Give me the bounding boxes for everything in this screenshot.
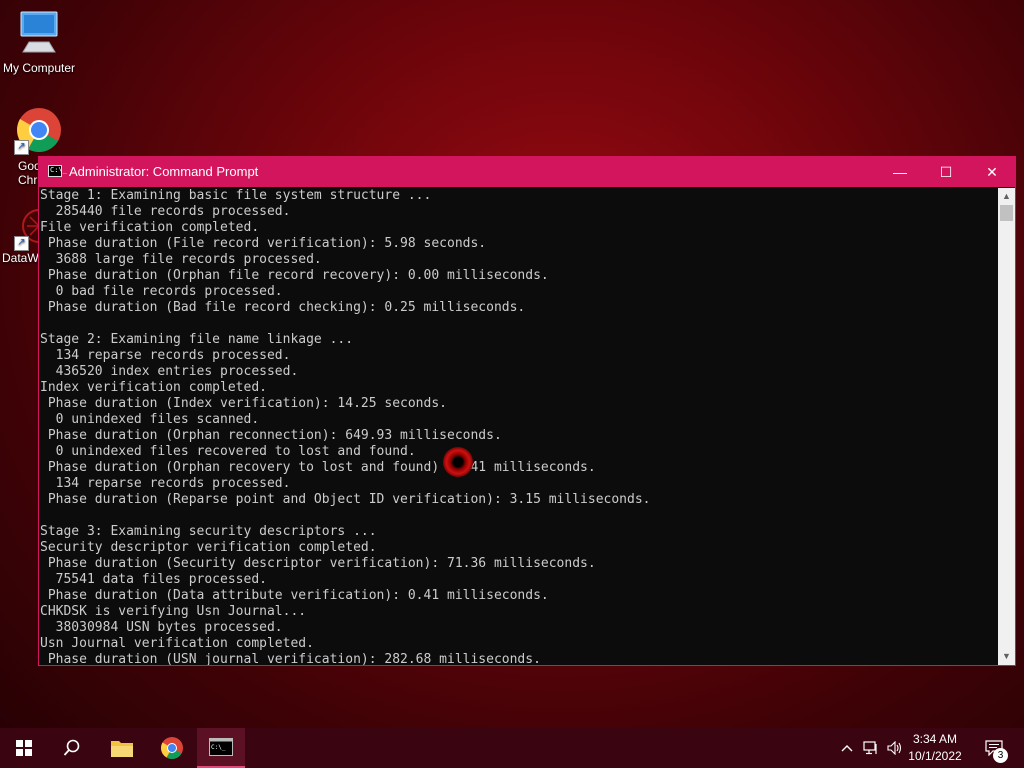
terminal-line: 134 reparse records processed. xyxy=(40,476,291,491)
clock-time: 3:34 AM xyxy=(912,732,958,746)
notification-count-badge: 3 xyxy=(993,748,1008,763)
terminal-line: 0 unindexed files scanned. xyxy=(40,412,260,427)
terminal-line: File verification completed. xyxy=(40,220,260,235)
command-prompt-taskbar-button[interactable]: C:\_ xyxy=(197,728,245,768)
terminal-line: 0 bad file records processed. xyxy=(40,284,283,299)
terminal-output[interactable]: Stage 1: Examining basic file system str… xyxy=(39,188,998,665)
terminal-line: Phase duration (File record verification… xyxy=(40,236,487,251)
window-title: Administrator: Command Prompt xyxy=(69,164,259,179)
busy-cursor-icon xyxy=(443,447,473,477)
folder-icon xyxy=(111,741,133,757)
network-button[interactable] xyxy=(860,728,882,768)
title-bar[interactable]: C:\_ Administrator: Command Prompt — ☐ ✕ xyxy=(39,157,1015,187)
start-button[interactable] xyxy=(0,728,48,768)
terminal-line: Phase duration (Reparse point and Object… xyxy=(40,492,651,507)
terminal-line: Phase duration (Orphan recovery to lost … xyxy=(40,460,596,475)
terminal-line: 285440 file records processed. xyxy=(40,204,291,219)
search-button[interactable] xyxy=(48,728,96,768)
computer-icon xyxy=(20,11,58,53)
cmd-app-icon: C:\_ xyxy=(48,165,67,177)
network-icon xyxy=(863,741,877,755)
terminal-line: Stage 2: Examining file name linkage ... xyxy=(40,332,354,347)
terminal-line: Stage 1: Examining basic file system str… xyxy=(40,188,432,203)
shortcut-arrow-icon: ↗ xyxy=(14,236,29,251)
terminal-line: Phase duration (USN journal verification… xyxy=(40,652,541,665)
terminal-line: Usn Journal verification completed. xyxy=(40,636,314,651)
terminal-line: 3688 large file records processed. xyxy=(40,252,322,267)
vertical-scrollbar[interactable]: ▲ ▼ xyxy=(998,188,1015,665)
svg-text:C:\_: C:\_ xyxy=(211,744,226,751)
terminal-line: Phase duration (Security descriptor veri… xyxy=(40,556,596,571)
terminal-line: 134 reparse records processed. xyxy=(40,348,291,363)
terminal-line: Stage 3: Examining security descriptors … xyxy=(40,524,377,539)
search-icon xyxy=(63,739,80,756)
file-explorer-button[interactable] xyxy=(98,728,146,768)
taskbar: C:\_ 3:34 AM 10/1/2022 3 xyxy=(0,728,1024,768)
maximize-button[interactable]: ☐ xyxy=(923,157,969,187)
chrome-taskbar-button[interactable] xyxy=(148,728,196,768)
terminal-line: 0 unindexed files recovered to lost and … xyxy=(40,444,416,459)
terminal-line: CHKDSK is verifying Usn Journal... xyxy=(40,604,307,619)
terminal-icon: C:\_ xyxy=(209,738,233,756)
terminal-line: Index verification completed. xyxy=(40,380,267,395)
terminal-line: 75541 data files processed. xyxy=(40,572,267,587)
close-button[interactable]: ✕ xyxy=(969,157,1015,187)
terminal-line: Phase duration (Orphan file record recov… xyxy=(40,268,549,283)
desktop-icon-label: My Computer xyxy=(2,61,76,75)
shortcut-arrow-icon: ↗ xyxy=(14,140,29,155)
clock[interactable]: 3:34 AM 10/1/2022 xyxy=(900,731,970,765)
chrome-icon xyxy=(161,737,183,759)
scroll-up-arrow-icon[interactable]: ▲ xyxy=(998,188,1015,205)
clock-date: 10/1/2022 xyxy=(908,749,962,763)
terminal-line: 436520 index entries processed. xyxy=(40,364,299,379)
show-hidden-icons-button[interactable] xyxy=(838,728,856,768)
windows-logo-icon xyxy=(16,740,32,756)
terminal-line: 38030984 USN bytes processed. xyxy=(40,620,283,635)
desktop-icon-my-computer[interactable]: My Computer xyxy=(0,8,78,75)
command-prompt-window[interactable]: C:\_ Administrator: Command Prompt — ☐ ✕… xyxy=(38,156,1016,666)
scrollbar-thumb[interactable] xyxy=(1000,205,1013,221)
terminal-line: Phase duration (Orphan reconnection): 64… xyxy=(40,428,502,443)
terminal-line: Phase duration (Bad file record checking… xyxy=(40,300,526,315)
terminal-line: Security descriptor verification complet… xyxy=(40,540,377,555)
scroll-down-arrow-icon[interactable]: ▼ xyxy=(998,648,1015,665)
terminal-line: Phase duration (Index verification): 14.… xyxy=(40,396,447,411)
minimize-button[interactable]: — xyxy=(877,157,923,187)
chevron-up-icon xyxy=(841,745,853,752)
terminal-line: Phase duration (Data attribute verificat… xyxy=(40,588,549,603)
